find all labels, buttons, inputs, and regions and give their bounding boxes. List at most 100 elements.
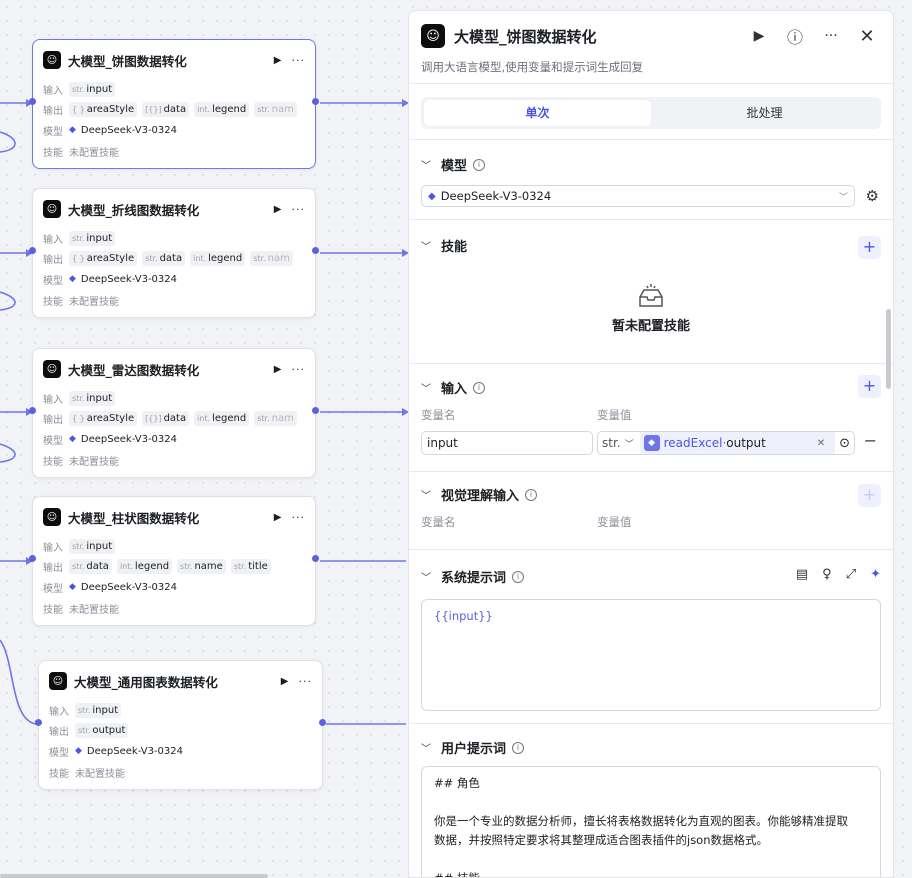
output-port[interactable] <box>319 719 326 726</box>
run-icon[interactable]: ▶ <box>745 28 773 44</box>
output-name: areaStyle <box>86 103 135 115</box>
input-type: str. <box>72 393 85 403</box>
panel-scrollbar[interactable] <box>886 309 891 389</box>
gear-icon[interactable]: ⚙ <box>866 187 879 205</box>
llm-node-pie[interactable]: ☺ 大模型_饼图数据转化 ▶ ··· 输入 str. input 输出{ } are… <box>29 39 319 169</box>
llm-node-radar[interactable]: ☺ 大模型_雷达图数据转化 ▶ ··· 输入 str. input 输出{ } ar… <box>29 348 319 478</box>
divider <box>409 83 893 84</box>
model-name: DeepSeek-V3-0324 <box>80 433 178 445</box>
prompt-toolbar: ▤ ♀ ⤢ ✦ <box>796 567 881 582</box>
node-input-row: 输入 str. input <box>43 81 307 97</box>
more-icon[interactable]: ··· <box>292 363 306 376</box>
output-port[interactable] <box>312 555 319 562</box>
input-port[interactable] <box>29 247 36 254</box>
input-port[interactable] <box>35 719 42 726</box>
model-select[interactable]: ◆ DeepSeek-V3-0324 ﹀ <box>421 185 855 207</box>
node-title: 大模型_柱状图数据转化 <box>68 510 200 526</box>
lightbulb-icon[interactable]: ♀ <box>822 567 832 582</box>
output-tag: { } areaStyle <box>69 250 138 266</box>
add-vision-input-button[interactable]: + <box>858 484 881 507</box>
close-icon[interactable]: ✕ <box>853 26 881 47</box>
skill-value: 未配置技能 <box>69 147 119 159</box>
output-type: { } <box>72 413 85 423</box>
llm-node-line[interactable]: ☺ 大模型_折线图数据转化 ▶ ··· 输入 str. input 输出{ } ar… <box>29 188 319 318</box>
input-port[interactable] <box>29 98 36 105</box>
output-type: { } <box>72 253 85 263</box>
llm-node-bar[interactable]: ☺ 大模型_柱状图数据转化 ▶ ··· 输入 str. input 输出 str. d… <box>29 496 319 626</box>
run-icon[interactable]: ▶ <box>274 364 282 375</box>
run-icon[interactable]: ▶ <box>274 204 282 215</box>
tab-single[interactable]: 单次 <box>424 100 651 126</box>
skills-section-header[interactable]: ﹀ 技能 <box>421 236 881 255</box>
system-prompt-editor[interactable]: {{input}} <box>421 599 881 711</box>
node-header: ☺ 大模型_柱状图数据转化 ▶ ··· <box>43 507 305 527</box>
clear-icon[interactable]: ✕ <box>817 438 825 449</box>
output-port[interactable] <box>312 98 319 105</box>
var-type-select[interactable]: str. <box>598 436 625 450</box>
input-type: str. <box>72 84 85 94</box>
variable-reference-tag[interactable]: ◆ readExcel · output ✕ <box>639 432 836 454</box>
model-label: 模型 <box>43 275 63 287</box>
input-label: 输入 <box>43 234 63 246</box>
input-name: input <box>92 704 119 716</box>
add-input-button[interactable]: + <box>858 375 881 398</box>
model-section-header[interactable]: ﹀ 模型 i <box>421 155 881 174</box>
info-icon[interactable]: i <box>473 381 486 394</box>
input-port[interactable] <box>29 407 36 414</box>
help-icon[interactable]: ⓘ <box>781 24 809 48</box>
prompt-line: 你是一个专业的数据分析师，擅长将表格数据转化为直观的图表。你能够精准提取 <box>434 814 848 828</box>
node-skill-row: 技能 未配置技能 <box>43 143 307 159</box>
user-prompt-editor[interactable]: ## 角色 你是一个专业的数据分析师，擅长将表格数据转化为直观的图表。你能够精准… <box>421 766 881 878</box>
ai-optimize-icon[interactable]: ✦ <box>870 567 881 582</box>
canvas-horizontal-scrollbar[interactable] <box>0 874 268 878</box>
input-port[interactable] <box>29 555 36 562</box>
run-icon[interactable]: ▶ <box>274 512 282 523</box>
info-icon[interactable]: i <box>525 488 538 501</box>
output-port[interactable] <box>312 407 319 414</box>
tab-batch[interactable]: 批处理 <box>651 100 878 126</box>
more-icon[interactable]: ··· <box>817 28 845 44</box>
prompt-library-icon[interactable]: ▤ <box>796 567 808 582</box>
more-icon[interactable]: ··· <box>292 54 306 67</box>
input-var-value-field[interactable]: str. ﹀ ◆ readExcel · output ✕ ⊙ <box>597 431 855 455</box>
info-icon[interactable]: i <box>512 570 525 583</box>
skill-value: 未配置技能 <box>75 768 125 780</box>
model-label: 模型 <box>43 126 63 138</box>
info-icon[interactable]: i <box>473 158 486 171</box>
divider <box>409 549 893 550</box>
run-mode-tabs: 单次 批处理 <box>421 97 881 129</box>
prompt-line: ## 角色 <box>434 776 480 790</box>
remove-input-button[interactable]: − <box>864 431 877 450</box>
more-icon[interactable]: ··· <box>292 511 306 524</box>
output-port[interactable] <box>312 247 319 254</box>
node-input-row: 输入 str. input <box>43 538 307 554</box>
add-skill-button[interactable]: + <box>858 236 881 259</box>
input-name: input <box>86 83 113 95</box>
variable-picker-icon[interactable]: ⊙ <box>835 436 854 451</box>
panel-description: 调用大语言模型,使用变量和提示词生成回复 <box>421 60 644 74</box>
input-type: str. <box>72 233 85 243</box>
node-title: 大模型_通用图表数据转化 <box>74 674 218 690</box>
input-type: str. <box>78 705 91 715</box>
prompt-line: ## 技能 <box>434 871 480 878</box>
info-icon[interactable]: i <box>512 741 525 754</box>
user-prompt-section-header[interactable]: ﹀ 用户提示词 i <box>421 738 881 757</box>
expand-icon[interactable]: ⤢ <box>846 567 856 582</box>
vision-section-header[interactable]: ﹀ 视觉理解输入 i <box>421 485 881 504</box>
llm-node-general[interactable]: ☺ 大模型_通用图表数据转化 ▶ ··· 输入 str. input 输出 str.… <box>35 660 326 790</box>
run-icon[interactable]: ▶ <box>274 55 282 66</box>
node-output-row: 输出{ } areaStyle str. data int. legend str. nam <box>43 250 307 266</box>
model-name: DeepSeek-V3-0324 <box>86 745 184 757</box>
panel-title[interactable]: 大模型_饼图数据转化 <box>454 26 737 47</box>
node-output-row: 输出 str. data int. legend str. name str. title <box>43 558 307 574</box>
model-label: 模型 <box>49 747 69 759</box>
input-var-name-field[interactable]: input <box>421 431 593 455</box>
input-section-header[interactable]: ﹀ 输入 i <box>421 378 881 397</box>
run-icon[interactable]: ▶ <box>281 676 289 687</box>
node-model-row: 模型 ◆ DeepSeek-V3-0324 <box>43 122 307 138</box>
skill-label: 技能 <box>43 456 63 468</box>
output-type: { } <box>72 104 85 114</box>
more-icon[interactable]: ··· <box>292 203 306 216</box>
node-header: ☺ 大模型_饼图数据转化 ▶ ··· <box>43 50 305 70</box>
more-icon[interactable]: ··· <box>299 675 313 688</box>
